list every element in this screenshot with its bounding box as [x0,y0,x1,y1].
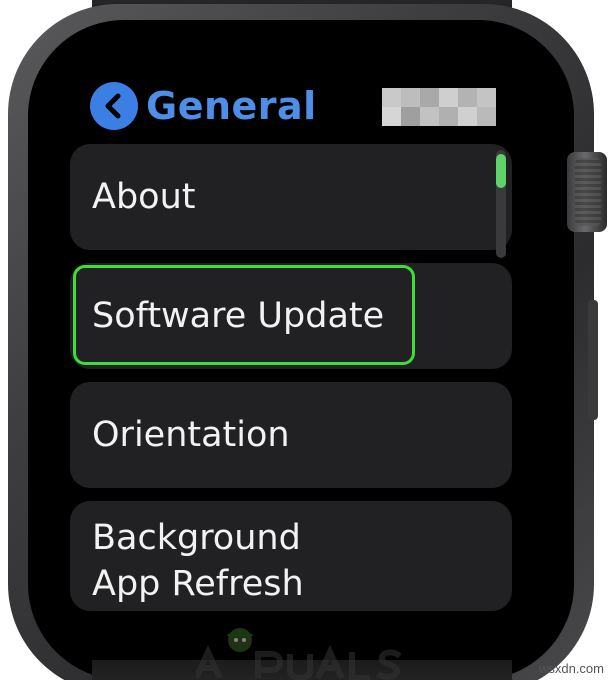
watermark-logo [196,622,416,680]
status-time-blurred [382,88,496,126]
list-item-about[interactable]: About [70,144,512,250]
list-item-label: Orientation [92,415,290,455]
list-item-label-line-2: App Refresh [92,564,304,604]
page-title: General [146,84,317,128]
back-button[interactable] [90,82,138,130]
digital-crown[interactable] [567,152,607,232]
list-item-label: About [92,177,196,217]
watermark-site: wsxdn.com [538,661,604,676]
chevron-left-icon [105,93,121,119]
list-item-background-app-refresh[interactable]: Background App Refresh [70,501,512,611]
highlight-outline [73,265,415,365]
screenshot: General About Software Update Orientatio… [0,0,612,680]
list-item-label-line-1: Background [92,518,301,558]
scroll-indicator-thumb [496,154,506,188]
list-item-orientation[interactable]: Orientation [70,382,512,488]
side-button[interactable] [588,300,598,420]
scroll-indicator [496,150,506,258]
